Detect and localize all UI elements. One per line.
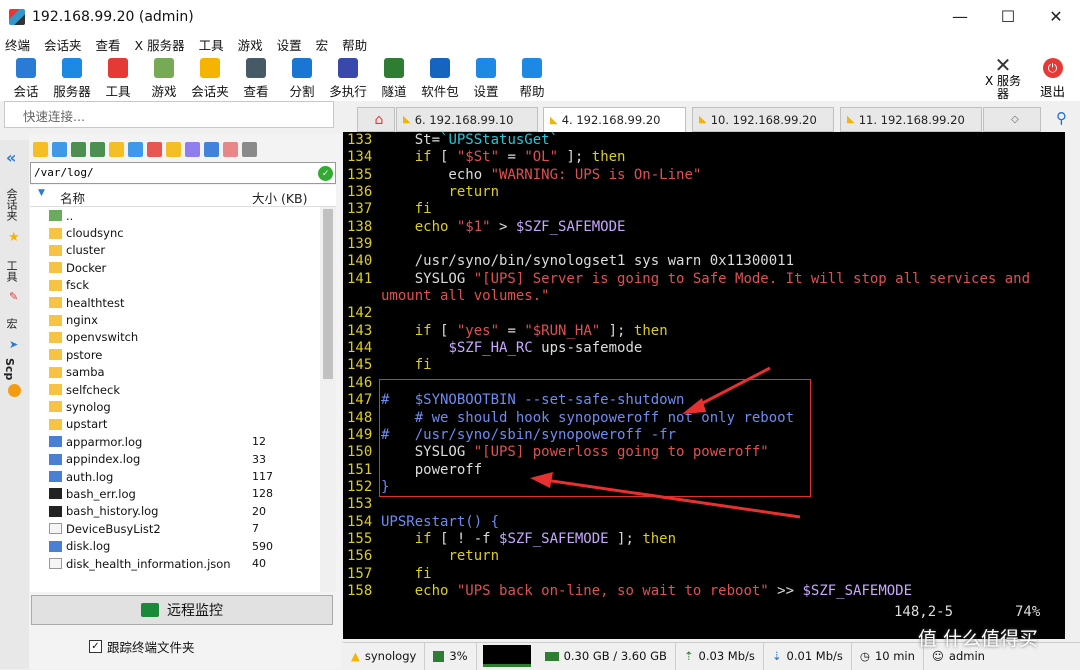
cpu-icon [433,650,445,662]
status-upload: ⇡ 0.03 Mb/s [676,642,764,670]
user-icon: ☺ [931,649,944,663]
download-icon: ⇣ [771,649,782,663]
status-host: ▲ synology [343,642,426,670]
upload-icon: ⇡ [683,649,694,663]
cpu-graph [482,645,531,667]
status-download: ⇣ 0.01 Mb/s [764,642,852,670]
status-uptime: ◷ 10 min [852,642,924,670]
memory-icon [544,651,559,661]
clock-icon: ◷ [859,649,870,663]
status-memory: 0.30 GB / 3.60 GB [537,642,676,670]
status-cpu: 3% [425,642,477,670]
watermark: 值 什么值得买 [918,628,1039,650]
annotation-arrows [530,366,801,519]
linux-icon: ▲ [351,649,360,663]
